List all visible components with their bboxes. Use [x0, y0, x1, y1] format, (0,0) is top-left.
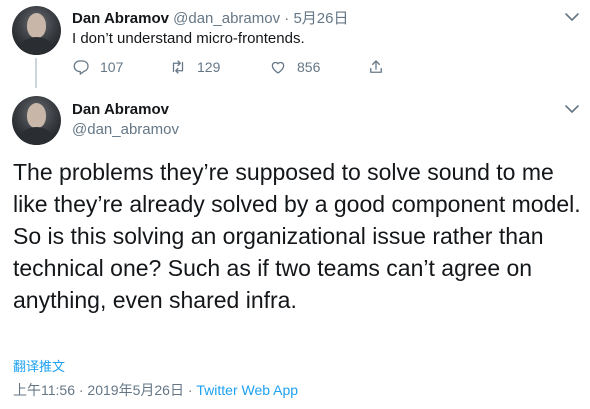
tweet-text: I don’t understand micro-frontends.	[72, 30, 305, 47]
reply-count: 107	[100, 59, 124, 75]
avatar[interactable]	[12, 96, 61, 145]
author-name[interactable]: Dan Abramov	[72, 101, 169, 118]
chevron-down-icon[interactable]	[563, 8, 581, 26]
retweet-button[interactable]: 129	[169, 56, 220, 78]
tweet-meta: 上午11:56 · 2019年5月26日 · Twitter Web App	[13, 380, 298, 400]
retweet-icon	[172, 60, 184, 74]
author-name[interactable]: Dan Abramov	[72, 10, 169, 27]
tweet-timestamp[interactable]: 上午11:56 · 2019年5月26日 ·	[13, 382, 196, 398]
separator-dot: ·	[284, 10, 290, 27]
tweet-header: Dan Abramov @dan_abramov · 5月26日	[72, 7, 348, 28]
reply-context-tweet[interactable]: Dan Abramov @dan_abramov · 5月26日 I don’t…	[0, 0, 590, 90]
share-button[interactable]	[367, 56, 385, 78]
tweet-date[interactable]: 5月26日	[293, 10, 348, 27]
reply-icon	[73, 60, 89, 75]
avatar[interactable]	[12, 6, 61, 55]
author-handle[interactable]: @dan_abramov	[173, 10, 280, 27]
like-button[interactable]: 856	[269, 56, 320, 78]
reply-button[interactable]: 107	[72, 56, 123, 78]
share-icon	[370, 60, 382, 73]
retweet-count: 129	[197, 59, 221, 75]
tweet-text: The problems they’re supposed to solve s…	[13, 159, 581, 313]
thread-connector-line	[35, 58, 37, 88]
like-count: 856	[297, 59, 321, 75]
chevron-down-icon[interactable]	[563, 100, 581, 118]
like-icon	[271, 61, 285, 74]
translate-tweet-link[interactable]: 翻译推文	[13, 356, 65, 375]
tweet-source-link[interactable]: Twitter Web App	[196, 382, 298, 398]
author-handle[interactable]: @dan_abramov	[72, 121, 179, 138]
